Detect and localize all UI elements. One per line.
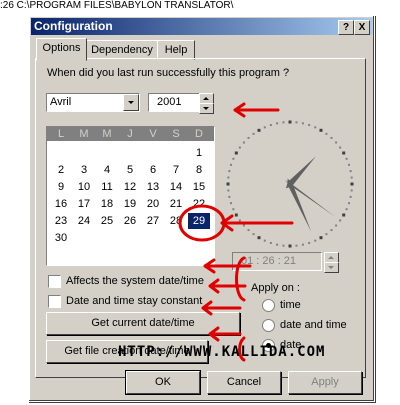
arrow-icon <box>201 300 242 316</box>
brace-icon <box>235 256 246 302</box>
highlight-circle <box>178 204 226 242</box>
arrow-icon <box>220 214 294 232</box>
arrow-icon <box>208 278 247 294</box>
watermark: HTTP://WWW.KALLIDA.COM <box>118 344 326 360</box>
arrow-icon <box>203 258 252 274</box>
tab-options[interactable]: Options <box>36 38 87 61</box>
arrow-icon <box>208 326 242 342</box>
arrow-icon <box>233 102 280 118</box>
